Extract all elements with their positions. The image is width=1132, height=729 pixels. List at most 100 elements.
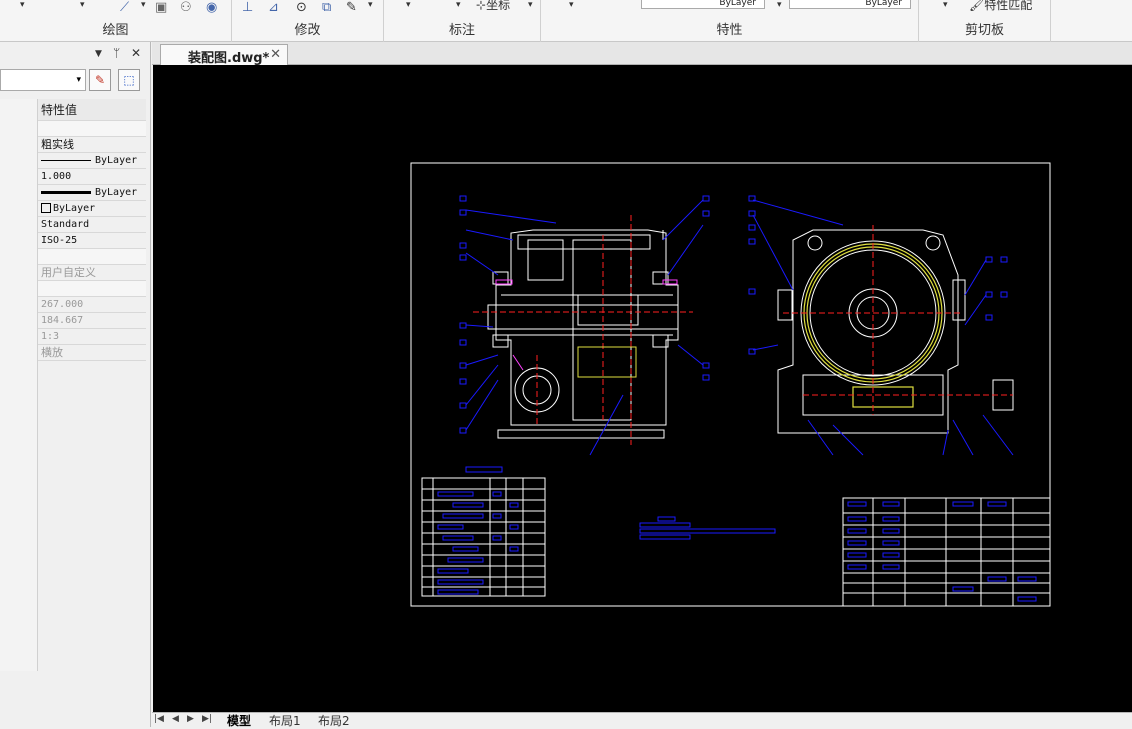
- property-value: 1.000: [41, 171, 72, 182]
- chevron-down-icon[interactable]: ▾: [943, 0, 948, 10]
- property-value: ByLayer: [41, 185, 137, 200]
- circle-icon[interactable]: ⊙: [296, 0, 307, 15]
- ribbon-group-clipboard: ▾ 🖌特性匹配 剪切板: [919, 0, 1051, 42]
- pencil-x-icon: ✎: [94, 73, 106, 87]
- array-icon[interactable]: ⧉: [322, 0, 331, 15]
- block-icon[interactable]: ▣: [155, 0, 167, 15]
- table-row: [0, 249, 146, 265]
- property-value: ByLayer: [41, 201, 95, 216]
- lineweight-swatch: [41, 190, 91, 194]
- panel-titlebar: ▼ ᛘ ✕: [0, 42, 150, 66]
- first-tab-icon[interactable]: |◀: [154, 714, 164, 724]
- table-row[interactable]: 1.000: [0, 169, 146, 185]
- chevron-down-icon[interactable]: ▾: [777, 0, 782, 10]
- chevron-down-icon[interactable]: ▼: [95, 49, 102, 59]
- toggle-pickadd-button[interactable]: ✎: [89, 69, 111, 91]
- document-tab-strip: 装配图.dwg* ✕: [152, 42, 1132, 66]
- table-row: [0, 281, 146, 297]
- table-row[interactable]: Standard: [0, 217, 146, 233]
- copy-icon[interactable]: ⊿: [268, 0, 279, 15]
- chevron-down-icon: ▾: [76, 75, 81, 85]
- annotation-balloons: [459, 195, 1008, 473]
- property-value: Standard: [41, 219, 90, 230]
- table-row[interactable]: ByLayer: [0, 153, 146, 169]
- coordinate-button[interactable]: ⊹坐标: [476, 0, 510, 13]
- coordinate-label: 坐标: [486, 0, 511, 12]
- match-properties-button[interactable]: 🖌特性匹配: [969, 0, 1032, 13]
- group-icon[interactable]: ⚇: [180, 0, 192, 15]
- match-properties-label: 特性匹配: [984, 0, 1033, 12]
- property-value-text: ByLayer: [53, 203, 96, 214]
- color-swatch: [41, 203, 51, 213]
- close-icon[interactable]: ✕: [270, 47, 281, 62]
- select-icon: ⬚: [123, 73, 135, 87]
- property-value-text: ByLayer: [95, 155, 138, 166]
- ribbon-group-modify: ⊥ ⊿ ⊙ ⧉ ✎ ▾ 修改: [232, 0, 384, 42]
- property-value: ByLayer: [41, 153, 137, 168]
- chevron-down-icon[interactable]: ▾: [528, 0, 533, 10]
- title-block: [842, 497, 1051, 607]
- linetype-swatch: [41, 159, 91, 161]
- quick-select-button[interactable]: ⬚: [118, 69, 140, 91]
- line-tool-icon[interactable]: ⟋: [120, 0, 129, 15]
- color-combo[interactable]: ByLayer: [641, 0, 765, 9]
- table-row[interactable]: ByLayer: [0, 201, 146, 217]
- tab-layout2[interactable]: 布局2: [318, 712, 350, 729]
- drawing-canvas[interactable]: [153, 65, 1132, 712]
- close-icon[interactable]: ✕: [131, 46, 141, 60]
- ribbon-group-draw: ▾ ▾ ⟋ ▾ ▣ ⚇ ◉ 绘图: [0, 0, 232, 42]
- sheet-frame: [410, 162, 1051, 607]
- chevron-down-icon[interactable]: ▾: [20, 0, 25, 10]
- ribbon-group-label: 修改: [294, 23, 321, 38]
- tab-model[interactable]: 模型: [227, 712, 251, 729]
- properties-table: 特性值 粗实线 ByLayer 1.000 ByLayer ByLayer St…: [0, 99, 146, 671]
- brush-icon: 🖌: [969, 0, 985, 12]
- table-row: 横放: [0, 345, 146, 361]
- table-row: [0, 121, 146, 137]
- chevron-down-icon[interactable]: ▾: [80, 0, 85, 10]
- tab-layout1[interactable]: 布局1: [269, 712, 301, 729]
- column-header-value: 特性值: [41, 103, 78, 117]
- last-tab-icon[interactable]: ▶|: [202, 714, 212, 724]
- pin-icon[interactable]: ᛘ: [113, 46, 120, 60]
- property-value-text: ByLayer: [95, 187, 138, 198]
- linetype-combo[interactable]: ByLayer: [789, 0, 911, 9]
- ribbon-group-properties: ▾ ByLayer ▾ ByLayer 特性: [541, 0, 919, 42]
- front-view-drawing: [487, 229, 679, 439]
- table-row: 1:3: [0, 329, 146, 345]
- chevron-down-icon[interactable]: ▾: [456, 0, 461, 10]
- chevron-down-icon[interactable]: ▾: [141, 0, 146, 10]
- ribbon-group-label: 剪切板: [964, 23, 1004, 38]
- table-row[interactable]: 用户自定义: [0, 265, 146, 281]
- properties-panel: ▼ ᛘ ✕ ▾ ✎ ⬚ 特性值 粗实线 ByLayer 1.000 ByLaye…: [0, 42, 151, 727]
- ribbon-toolbar: ▾ ▾ ⟋ ▾ ▣ ⚇ ◉ 绘图 ⊥ ⊿ ⊙ ⧉ ✎ ▾ 修改 ▾ ▾ ⊹坐标 …: [0, 0, 1132, 42]
- property-value: 184.667: [41, 315, 84, 326]
- table-row: 184.667: [0, 313, 146, 329]
- table-row[interactable]: ByLayer: [0, 185, 146, 201]
- edit-icon[interactable]: ✎: [346, 0, 357, 15]
- table-row: 267.000: [0, 297, 146, 313]
- chevron-down-icon[interactable]: ▾: [406, 0, 411, 10]
- property-value: 横放: [41, 346, 63, 359]
- stretch-icon[interactable]: ⊥: [242, 0, 253, 15]
- ribbon-group-label: 标注: [448, 23, 475, 38]
- property-value: ISO-25: [41, 235, 78, 246]
- document-tab[interactable]: 装配图.dwg* ✕: [160, 44, 288, 66]
- object-select-dropdown[interactable]: ▾: [0, 69, 86, 91]
- ribbon-group-annotate: ▾ ▾ ⊹坐标 ▾ 标注: [384, 0, 541, 42]
- next-tab-icon[interactable]: ▶: [187, 714, 194, 724]
- title-block-text: [847, 501, 1037, 602]
- ribbon-group-label: 特性: [716, 23, 743, 38]
- table-header: 特性值: [0, 99, 146, 121]
- table-row[interactable]: 粗实线: [0, 137, 146, 153]
- annotation-leaders: [465, 199, 1014, 456]
- side-view-drawing: [777, 229, 1014, 434]
- property-value: 1:3: [41, 331, 60, 342]
- prev-tab-icon[interactable]: ◀: [172, 714, 179, 724]
- layout-tab-bar: |◀ ◀ ▶ ▶| 模型 布局1 布局2: [152, 712, 1132, 729]
- region-icon[interactable]: ◉: [206, 0, 217, 15]
- chevron-down-icon[interactable]: ▾: [569, 0, 574, 10]
- property-value: 粗实线: [41, 138, 74, 151]
- table-row[interactable]: ISO-25: [0, 233, 146, 249]
- chevron-down-icon[interactable]: ▾: [368, 0, 373, 10]
